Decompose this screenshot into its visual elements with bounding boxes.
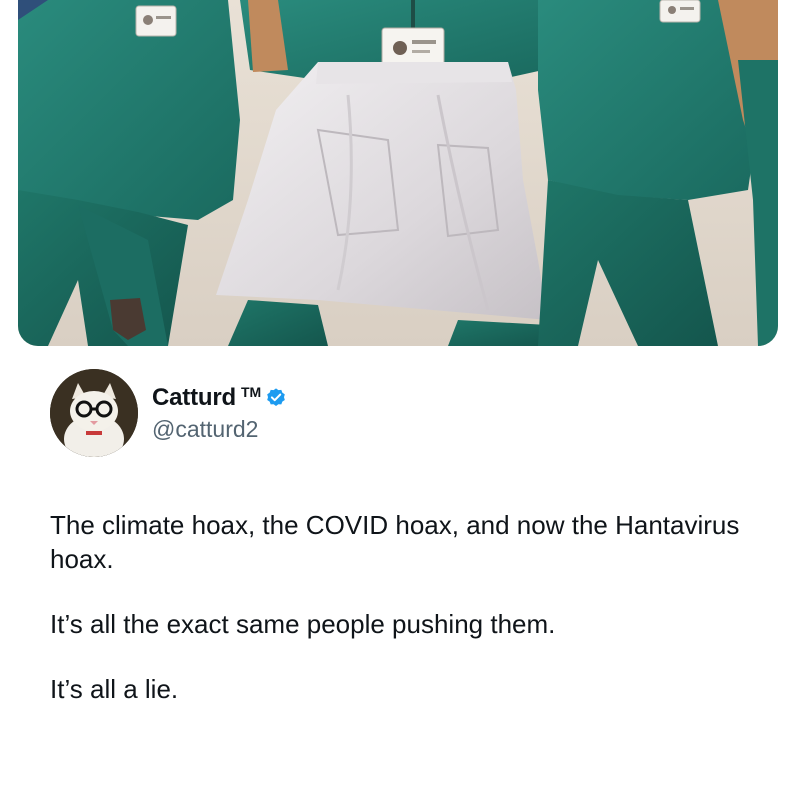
author-name-row[interactable]: Catturd TM — [152, 384, 287, 412]
author-display-name[interactable]: Catturd — [152, 384, 236, 412]
tweet-paragraph-1: The climate hoax, the COVID hoax, and no… — [50, 510, 740, 574]
tweet-paragraph-2: It’s all the exact same people pushing t… — [50, 609, 556, 639]
tweet-paragraph-3: It’s all a lie. — [50, 674, 179, 704]
scrubs-photo-illustration — [18, 0, 778, 346]
trademark-label: TM — [240, 383, 262, 400]
cat-avatar-icon — [50, 369, 138, 457]
tweet-media-image[interactable] — [18, 0, 778, 346]
avatar[interactable] — [50, 369, 138, 457]
tweet-text: The climate hoax, the COVID hoax, and no… — [50, 508, 770, 737]
author-names: Catturd TM @catturd2 — [152, 384, 287, 443]
tweet-screenshot: Catturd TM @catturd2 The climate hoax, t… — [0, 0, 800, 800]
verified-badge-icon — [265, 387, 287, 409]
author-handle[interactable]: @catturd2 — [152, 416, 287, 443]
tweet-author: Catturd TM @catturd2 — [50, 368, 287, 458]
